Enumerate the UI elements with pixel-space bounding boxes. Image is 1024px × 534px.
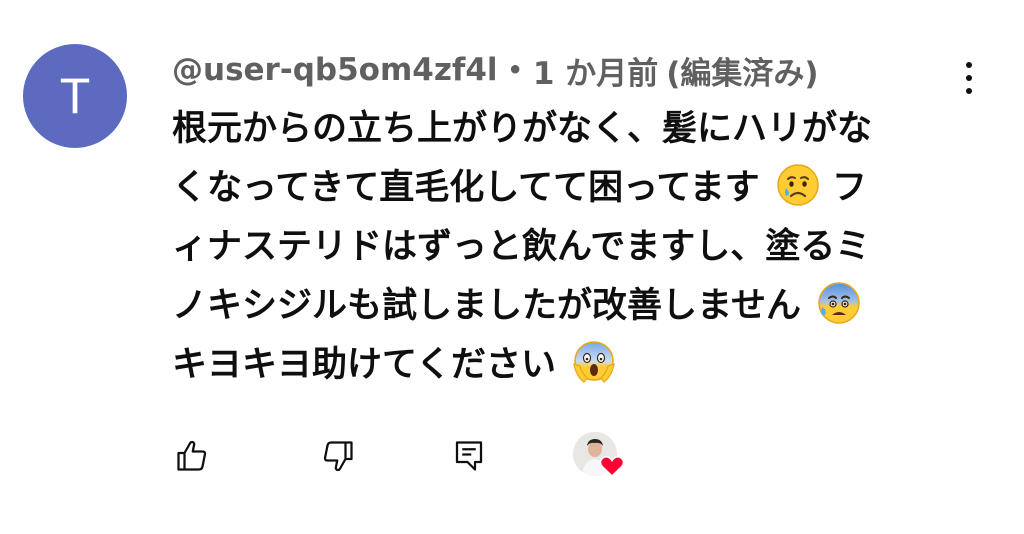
thumbs-down-icon [323, 441, 353, 472]
comment-line: ノキシジルも試しましたが改善しません [172, 277, 972, 336]
comment-action-bar [172, 432, 652, 482]
comment-text: 根元からの立ち上がりがなく、髪にハリがな くなってきて直毛化してて困ってます フ… [172, 100, 972, 395]
comment-line-text: くなってきて直毛化してて困ってます [172, 168, 760, 208]
comment-line: ィナステリドはずっと飲んでますし、塗るミ [172, 218, 972, 277]
creator-heart-badge [573, 432, 629, 482]
more-vert-icon-dot [966, 62, 972, 68]
edited-label: (編集済み) [666, 55, 819, 92]
comment-header: @user-qb5om4zf4l • 1 か月前 (編集済み) [172, 48, 819, 93]
author-avatar[interactable]: T [23, 44, 127, 148]
face-screaming-in-fear-icon [573, 341, 615, 383]
thumbs-up-icon [177, 440, 207, 471]
comment-line: くなってきて直毛化してて困ってます フ [172, 159, 972, 218]
more-vert-icon-dot [966, 88, 972, 94]
separator-dot: • [507, 56, 523, 84]
comment-line-text: ノキシジルも試しましたが改善しません [172, 286, 801, 326]
heart-icon [599, 456, 625, 478]
comment-line-text: フ [832, 168, 868, 208]
comment-line: キヨキヨ助けてください [172, 336, 972, 395]
comment-line-text: 根元からの立ち上がりがなく、髪にハリがな [172, 109, 873, 149]
published-time[interactable]: 1 か月前 [533, 48, 658, 93]
comment-thread-item: T @user-qb5om4zf4l • 1 か月前 (編集済み) 根元からの立… [0, 0, 1024, 534]
crying-face-icon [777, 164, 819, 206]
reply-icon [455, 441, 483, 471]
reply-button[interactable] [449, 434, 489, 478]
avatar-letter: T [59, 68, 91, 124]
comment-line-text: ィナステリドはずっと飲んでますし、塗るミ [172, 227, 871, 267]
more-actions-menu-button[interactable] [954, 56, 984, 100]
comment-line: 根元からの立ち上がりがなく、髪にハリがな [172, 100, 972, 159]
anxious-face-with-sweat-icon [818, 282, 860, 324]
comment-line-text: キヨキヨ助けてください [172, 345, 556, 385]
dislike-button[interactable] [318, 434, 358, 478]
like-button[interactable] [172, 434, 212, 478]
author-name[interactable]: @user-qb5om4zf4l [172, 52, 498, 88]
more-vert-icon-dot [966, 75, 972, 81]
